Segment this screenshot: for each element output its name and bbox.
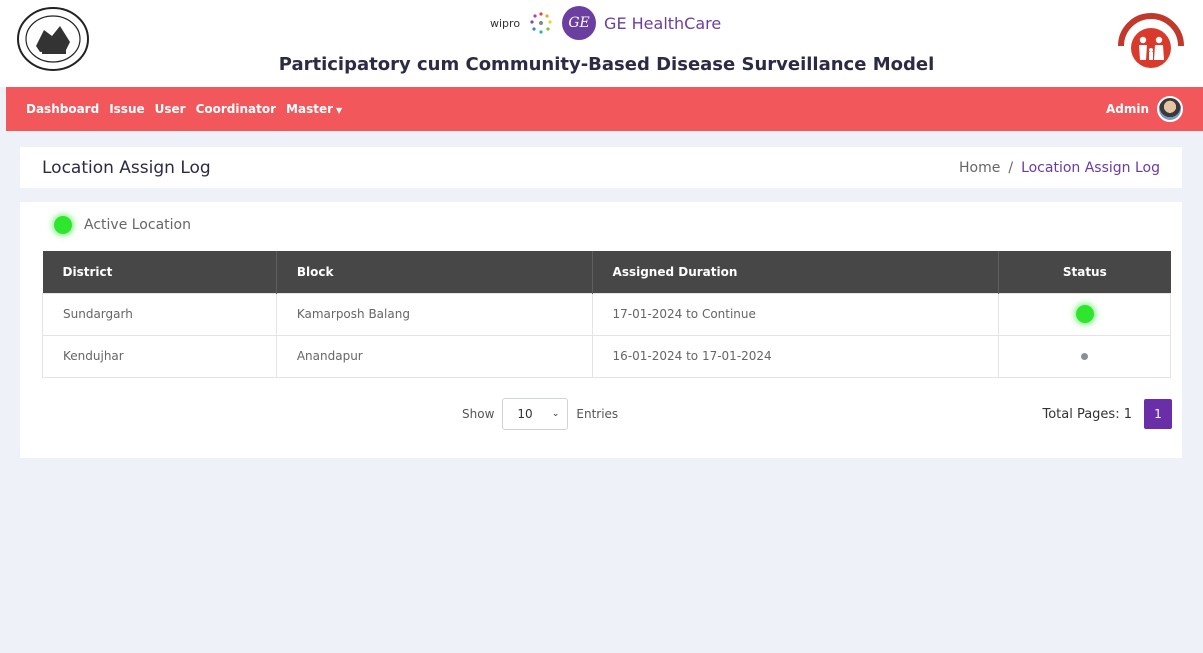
status-legend: Active Location bbox=[54, 216, 191, 234]
pagination-bar: Show 10 ⌄ Entries Total Pages: 1 1 bbox=[20, 398, 1182, 430]
cell-district: Sundargarh bbox=[42, 292, 277, 336]
show-label: Show bbox=[462, 407, 495, 421]
wipro-logo: wipro bbox=[490, 16, 521, 30]
page-header-card: Location Assign Log Home / Location Assi… bbox=[20, 147, 1182, 188]
cell-assigned-duration: 17-01-2024 to Continue bbox=[591, 292, 1000, 336]
breadcrumb-home[interactable]: Home bbox=[959, 160, 1000, 176]
page-size-select[interactable]: 10 ⌄ bbox=[502, 398, 569, 430]
breadcrumb-current: Location Assign Log bbox=[1021, 159, 1160, 176]
legend-label: Active Location bbox=[84, 217, 191, 233]
ge-logo-icon: GE bbox=[562, 6, 597, 40]
location-assign-table: District Block Assigned Duration Status … bbox=[42, 251, 1171, 378]
app-title: Participatory cum Community-Based Diseas… bbox=[278, 54, 935, 75]
active-status-dot-icon bbox=[54, 216, 72, 234]
active-status-dot-icon bbox=[1075, 305, 1094, 323]
page-navigation: Total Pages: 1 1 bbox=[1042, 398, 1172, 430]
chevron-down-icon: ⌄ bbox=[551, 409, 560, 419]
page-button-1[interactable]: 1 bbox=[1144, 399, 1172, 429]
cell-assigned-duration: 16-01-2024 to 17-01-2024 bbox=[591, 334, 1000, 378]
nav-dashboard[interactable]: Dashboard bbox=[26, 102, 99, 116]
national-health-mission-logo-icon bbox=[1118, 13, 1184, 68]
column-header-status: Status bbox=[998, 251, 1171, 293]
entries-label: Entries bbox=[576, 407, 619, 421]
table-row: Sundargarh Kamarposh Balang 17-01-2024 t… bbox=[42, 292, 1171, 336]
page-title: Location Assign Log bbox=[42, 157, 211, 178]
cell-status bbox=[998, 292, 1171, 336]
cell-district: Kendujhar bbox=[42, 334, 277, 378]
ge-healthcare-label: GE HealthCare bbox=[604, 13, 722, 33]
nav-user[interactable]: User bbox=[155, 102, 186, 116]
cell-status bbox=[998, 334, 1171, 378]
sponsor-logos: wipro GE GE HealthCare bbox=[490, 6, 721, 40]
breadcrumb: Home / Location Assign Log bbox=[959, 160, 1160, 176]
nav-coordinator[interactable]: Coordinator bbox=[196, 102, 276, 116]
page-size-control: Show 10 ⌄ Entries bbox=[462, 398, 618, 430]
column-header-assigned-duration: Assigned Duration bbox=[592, 251, 1000, 293]
nav-master-dropdown[interactable]: Master ▼ bbox=[286, 102, 342, 116]
nav-master-label: Master bbox=[286, 102, 334, 116]
page-size-value: 10 bbox=[517, 407, 533, 421]
column-header-district: District bbox=[42, 251, 277, 293]
avatar bbox=[1157, 96, 1183, 122]
caret-down-icon: ▼ bbox=[336, 106, 343, 115]
top-header: wipro GE GE HealthCare Participatory cum… bbox=[0, 0, 1203, 87]
nav-issue[interactable]: Issue bbox=[109, 102, 144, 116]
user-menu[interactable]: Admin bbox=[1106, 96, 1183, 122]
wipro-dots-icon bbox=[530, 12, 552, 34]
table-row: Kendujhar Anandapur 16-01-2024 to 17-01-… bbox=[42, 334, 1171, 378]
table-header-row: District Block Assigned Duration Status bbox=[42, 251, 1171, 293]
main-navbar: Dashboard Issue User Coordinator Master ▼… bbox=[6, 87, 1203, 131]
breadcrumb-separator: / bbox=[1008, 159, 1014, 176]
inactive-status-dot-icon bbox=[1081, 353, 1089, 360]
cell-block: Kamarposh Balang bbox=[275, 292, 593, 336]
cell-block: Anandapur bbox=[275, 334, 593, 378]
column-header-block: Block bbox=[276, 251, 593, 293]
user-name-label: Admin bbox=[1105, 102, 1149, 116]
location-log-card: Active Location District Block Assigned … bbox=[20, 202, 1182, 458]
total-pages-label: Total Pages: 1 bbox=[1042, 406, 1132, 422]
